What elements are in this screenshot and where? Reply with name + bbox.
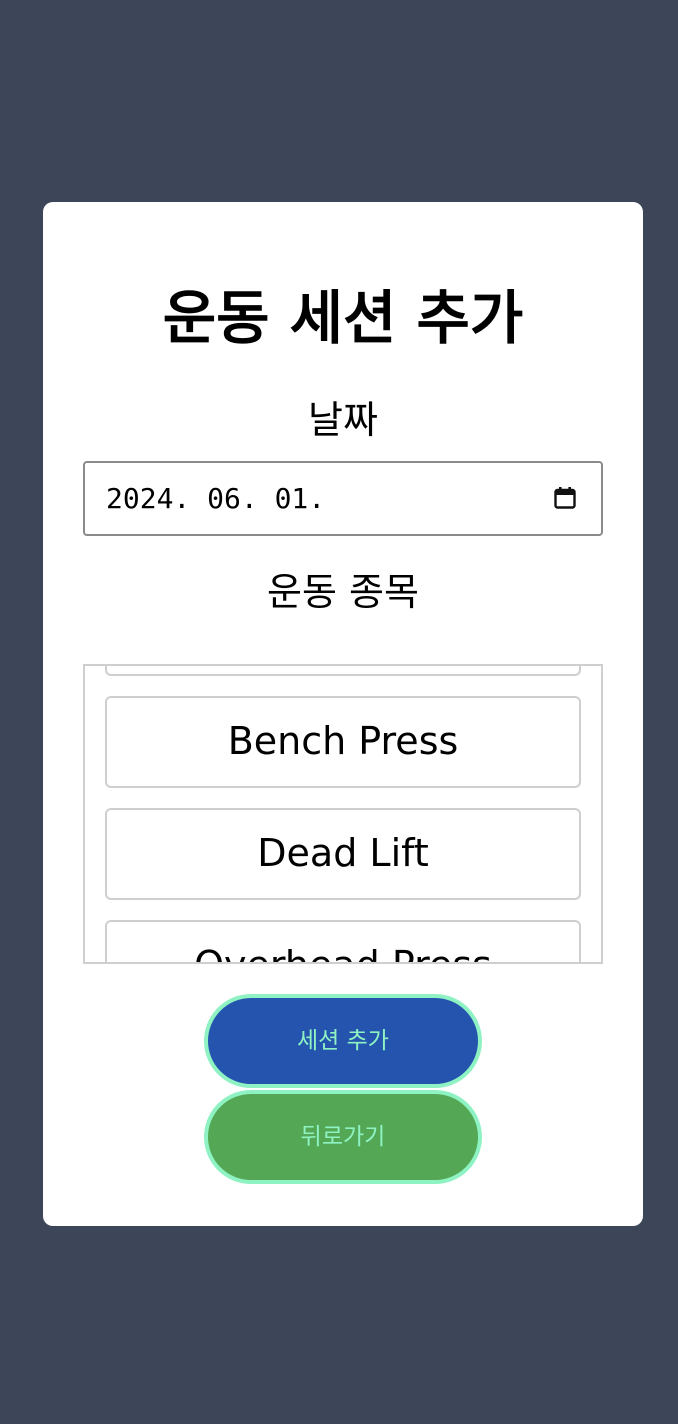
exercise-option-overhead-press[interactable]: Overhead Press — [105, 920, 581, 962]
date-input[interactable]: 2024. 06. 01. — [83, 461, 603, 536]
exercise-option-dead-lift[interactable]: Dead Lift — [105, 808, 581, 900]
add-session-button[interactable]: 세션 추가 — [204, 994, 482, 1088]
exercise-label: 운동 종목 — [267, 570, 419, 614]
date-label: 날짜 — [308, 398, 378, 442]
date-value[interactable]: 2024. 06. 01. — [106, 463, 325, 534]
exercise-list[interactable]: Bench Press Dead Lift Overhead Press — [83, 664, 603, 964]
page-title: 운동 세션 추가 — [162, 284, 524, 352]
session-form-card: 운동 세션 추가 날짜 2024. 06. 01. 운동 종목 Bench Pr… — [43, 202, 643, 1226]
exercise-option[interactable] — [105, 666, 581, 676]
calendar-icon[interactable] — [554, 487, 576, 509]
exercise-option-bench-press[interactable]: Bench Press — [105, 696, 581, 788]
back-button[interactable]: 뒤로가기 — [204, 1090, 482, 1184]
